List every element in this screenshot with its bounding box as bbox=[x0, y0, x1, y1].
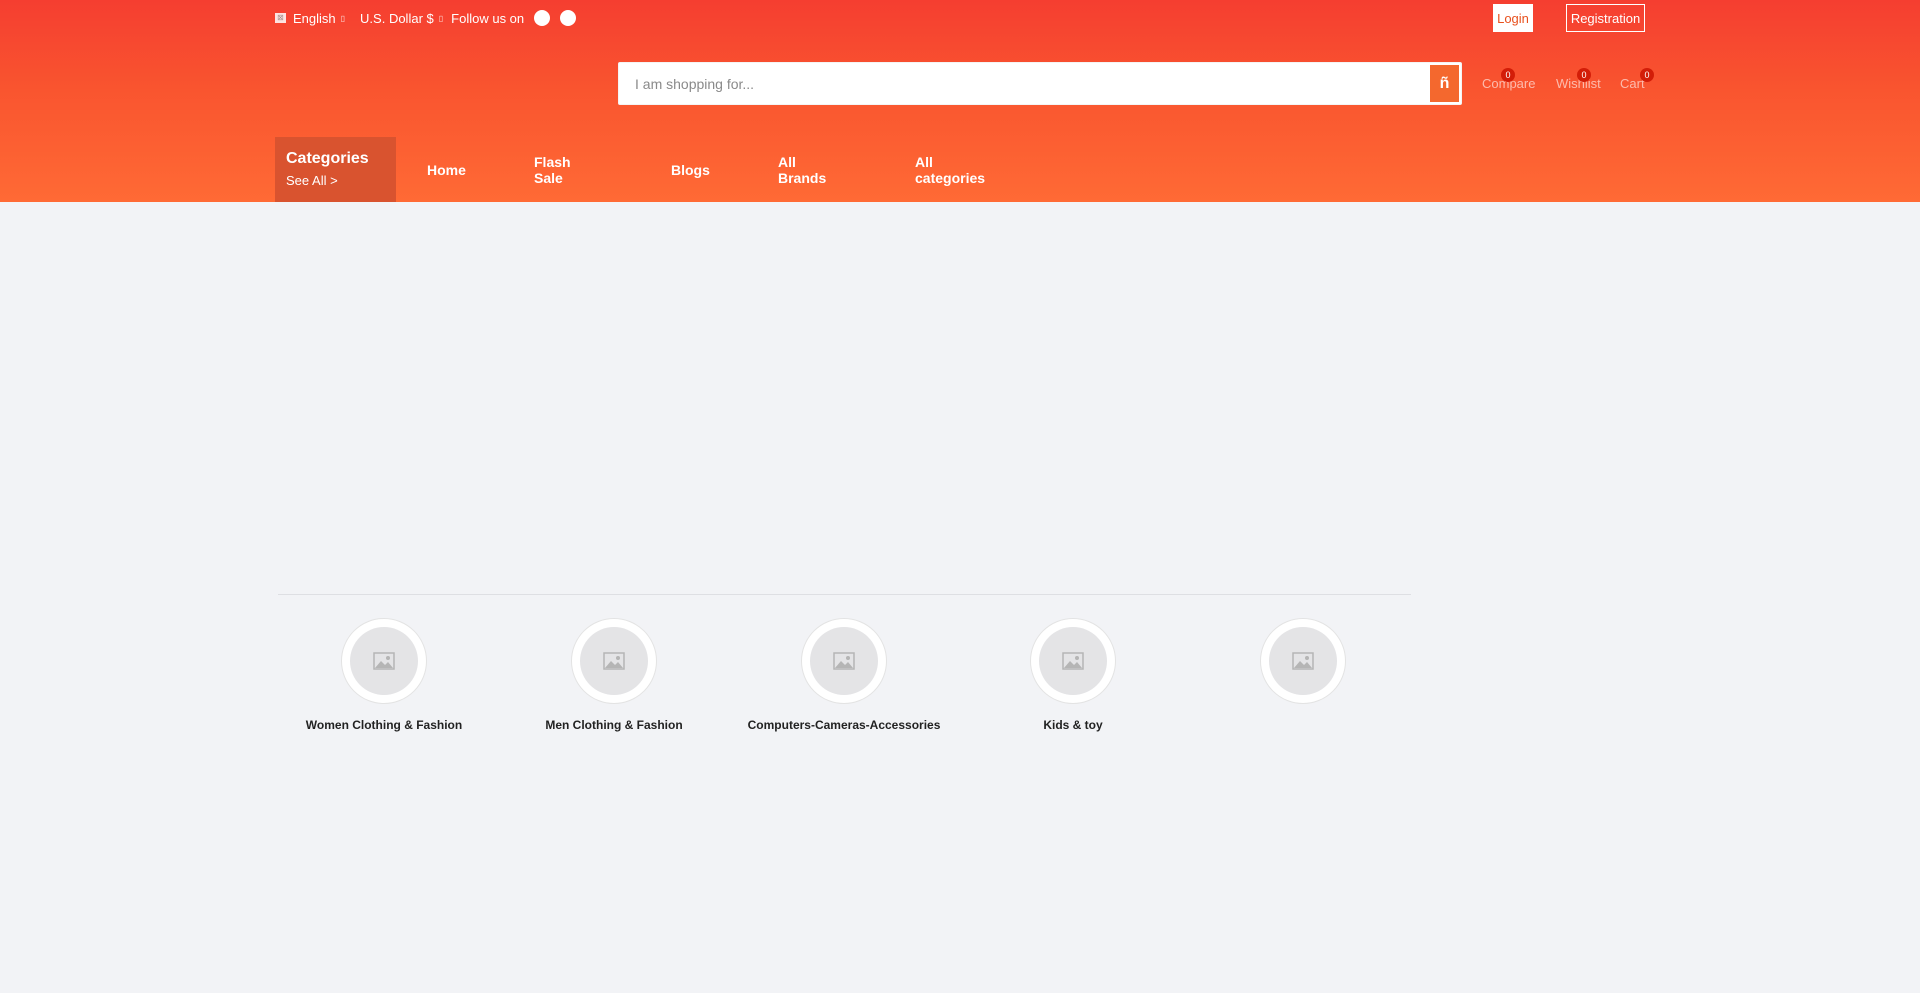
wishlist-link[interactable]: 0 Wishlist bbox=[1556, 68, 1601, 91]
wishlist-count-badge: 0 bbox=[1577, 68, 1591, 82]
image-placeholder-icon bbox=[1292, 652, 1314, 670]
nav-all-brands[interactable]: All Brands bbox=[778, 137, 826, 202]
search-button[interactable]: ñ bbox=[1430, 65, 1459, 102]
language-label: English bbox=[293, 10, 336, 26]
categories-title: Categories bbox=[286, 150, 369, 167]
category-thumbnail bbox=[801, 618, 887, 704]
cart-link[interactable]: 0 Cart bbox=[1620, 68, 1654, 91]
see-all-link[interactable]: See All > bbox=[286, 173, 385, 188]
featured-category-item[interactable] bbox=[1203, 618, 1403, 718]
categories-menu[interactable]: Categories See All > bbox=[275, 137, 396, 202]
category-thumbnail bbox=[1260, 618, 1346, 704]
facebook-icon[interactable] bbox=[534, 10, 551, 26]
chevron-down-icon: ▯ bbox=[438, 13, 444, 23]
nav-blogs[interactable]: Blogs bbox=[671, 137, 710, 202]
flag-icon: ⊠ bbox=[275, 13, 286, 23]
registration-button[interactable]: Registration bbox=[1566, 4, 1645, 32]
language-selector[interactable]: ⊠ English ▯ bbox=[275, 11, 345, 26]
image-placeholder-icon bbox=[603, 652, 625, 670]
category-label: Computers-Cameras-Accessories bbox=[747, 718, 941, 732]
search-bar: ñ bbox=[618, 62, 1462, 105]
featured-category-item[interactable]: Computers-Cameras-Accessories bbox=[744, 618, 944, 732]
featured-category-item[interactable]: Kids & toy bbox=[973, 618, 1173, 732]
category-thumbnail bbox=[571, 618, 657, 704]
image-placeholder-icon bbox=[1062, 652, 1084, 670]
twitter-icon[interactable] bbox=[560, 10, 577, 26]
compare-link[interactable]: 0 Compare bbox=[1482, 68, 1535, 91]
login-button[interactable]: Login bbox=[1493, 4, 1533, 32]
cart-count-badge: 0 bbox=[1640, 68, 1654, 82]
nav-home[interactable]: Home bbox=[427, 137, 466, 202]
category-thumbnail bbox=[341, 618, 427, 704]
featured-category-item[interactable]: Men Clothing & Fashion bbox=[514, 618, 714, 732]
compare-count-badge: 0 bbox=[1501, 68, 1515, 82]
featured-category-item[interactable]: Women Clothing & Fashion bbox=[284, 618, 484, 732]
nav-all-categories[interactable]: All categories bbox=[915, 137, 985, 202]
follow-us-label: Follow us on bbox=[451, 10, 525, 26]
image-placeholder-icon bbox=[833, 652, 855, 670]
category-label: Men Clothing & Fashion bbox=[545, 718, 683, 732]
main-nav: Categories See All > Home Flash Sale Blo… bbox=[275, 137, 985, 202]
currency-label: U.S. Dollar $ bbox=[360, 10, 434, 26]
top-bar: ⊠ English ▯ U.S. Dollar $ ▯ Follow us on bbox=[275, 0, 577, 36]
category-label: Women Clothing & Fashion bbox=[305, 718, 463, 732]
category-label: Kids & toy bbox=[1043, 718, 1103, 732]
image-placeholder-icon bbox=[373, 652, 395, 670]
section-divider bbox=[278, 594, 1411, 595]
chevron-down-icon: ▯ bbox=[340, 13, 346, 23]
site-header: ⊠ English ▯ U.S. Dollar $ ▯ Follow us on… bbox=[0, 0, 1920, 202]
search-input[interactable] bbox=[619, 63, 1431, 104]
currency-selector[interactable]: U.S. Dollar $ ▯ bbox=[360, 11, 443, 26]
search-icon: ñ bbox=[1439, 74, 1450, 92]
nav-flash-sale[interactable]: Flash Sale bbox=[534, 137, 571, 202]
category-thumbnail bbox=[1030, 618, 1116, 704]
